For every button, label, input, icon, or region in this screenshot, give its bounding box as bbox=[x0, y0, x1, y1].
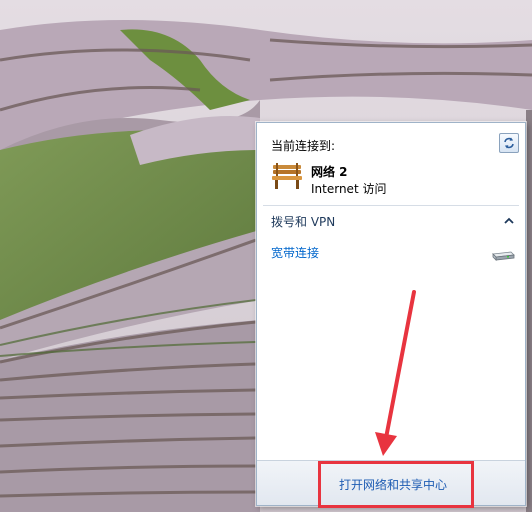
section-divider bbox=[263, 205, 519, 206]
connected-to-label: 当前连接到: bbox=[271, 139, 336, 153]
bench-network-icon bbox=[272, 163, 302, 189]
modem-icon bbox=[492, 251, 515, 261]
broadband-connection-link[interactable]: 宽带连接 bbox=[271, 244, 319, 261]
collapse-chevron-icon[interactable] bbox=[503, 215, 515, 227]
current-connection-section: 当前连接到: 网络 2 Internet 访问 bbox=[257, 123, 525, 205]
refresh-icon bbox=[504, 137, 514, 149]
network-flyout: 当前连接到: 网络 2 Internet 访问 拨号和 VPN 宽带连接 打开网… bbox=[256, 122, 526, 506]
network-name: 网络 2 bbox=[311, 165, 348, 179]
network-access-status: Internet 访问 bbox=[311, 182, 387, 196]
annotation-highlight-box bbox=[318, 461, 474, 508]
refresh-button[interactable] bbox=[499, 133, 519, 153]
dialup-vpn-heading: 拨号和 VPN bbox=[271, 215, 336, 229]
